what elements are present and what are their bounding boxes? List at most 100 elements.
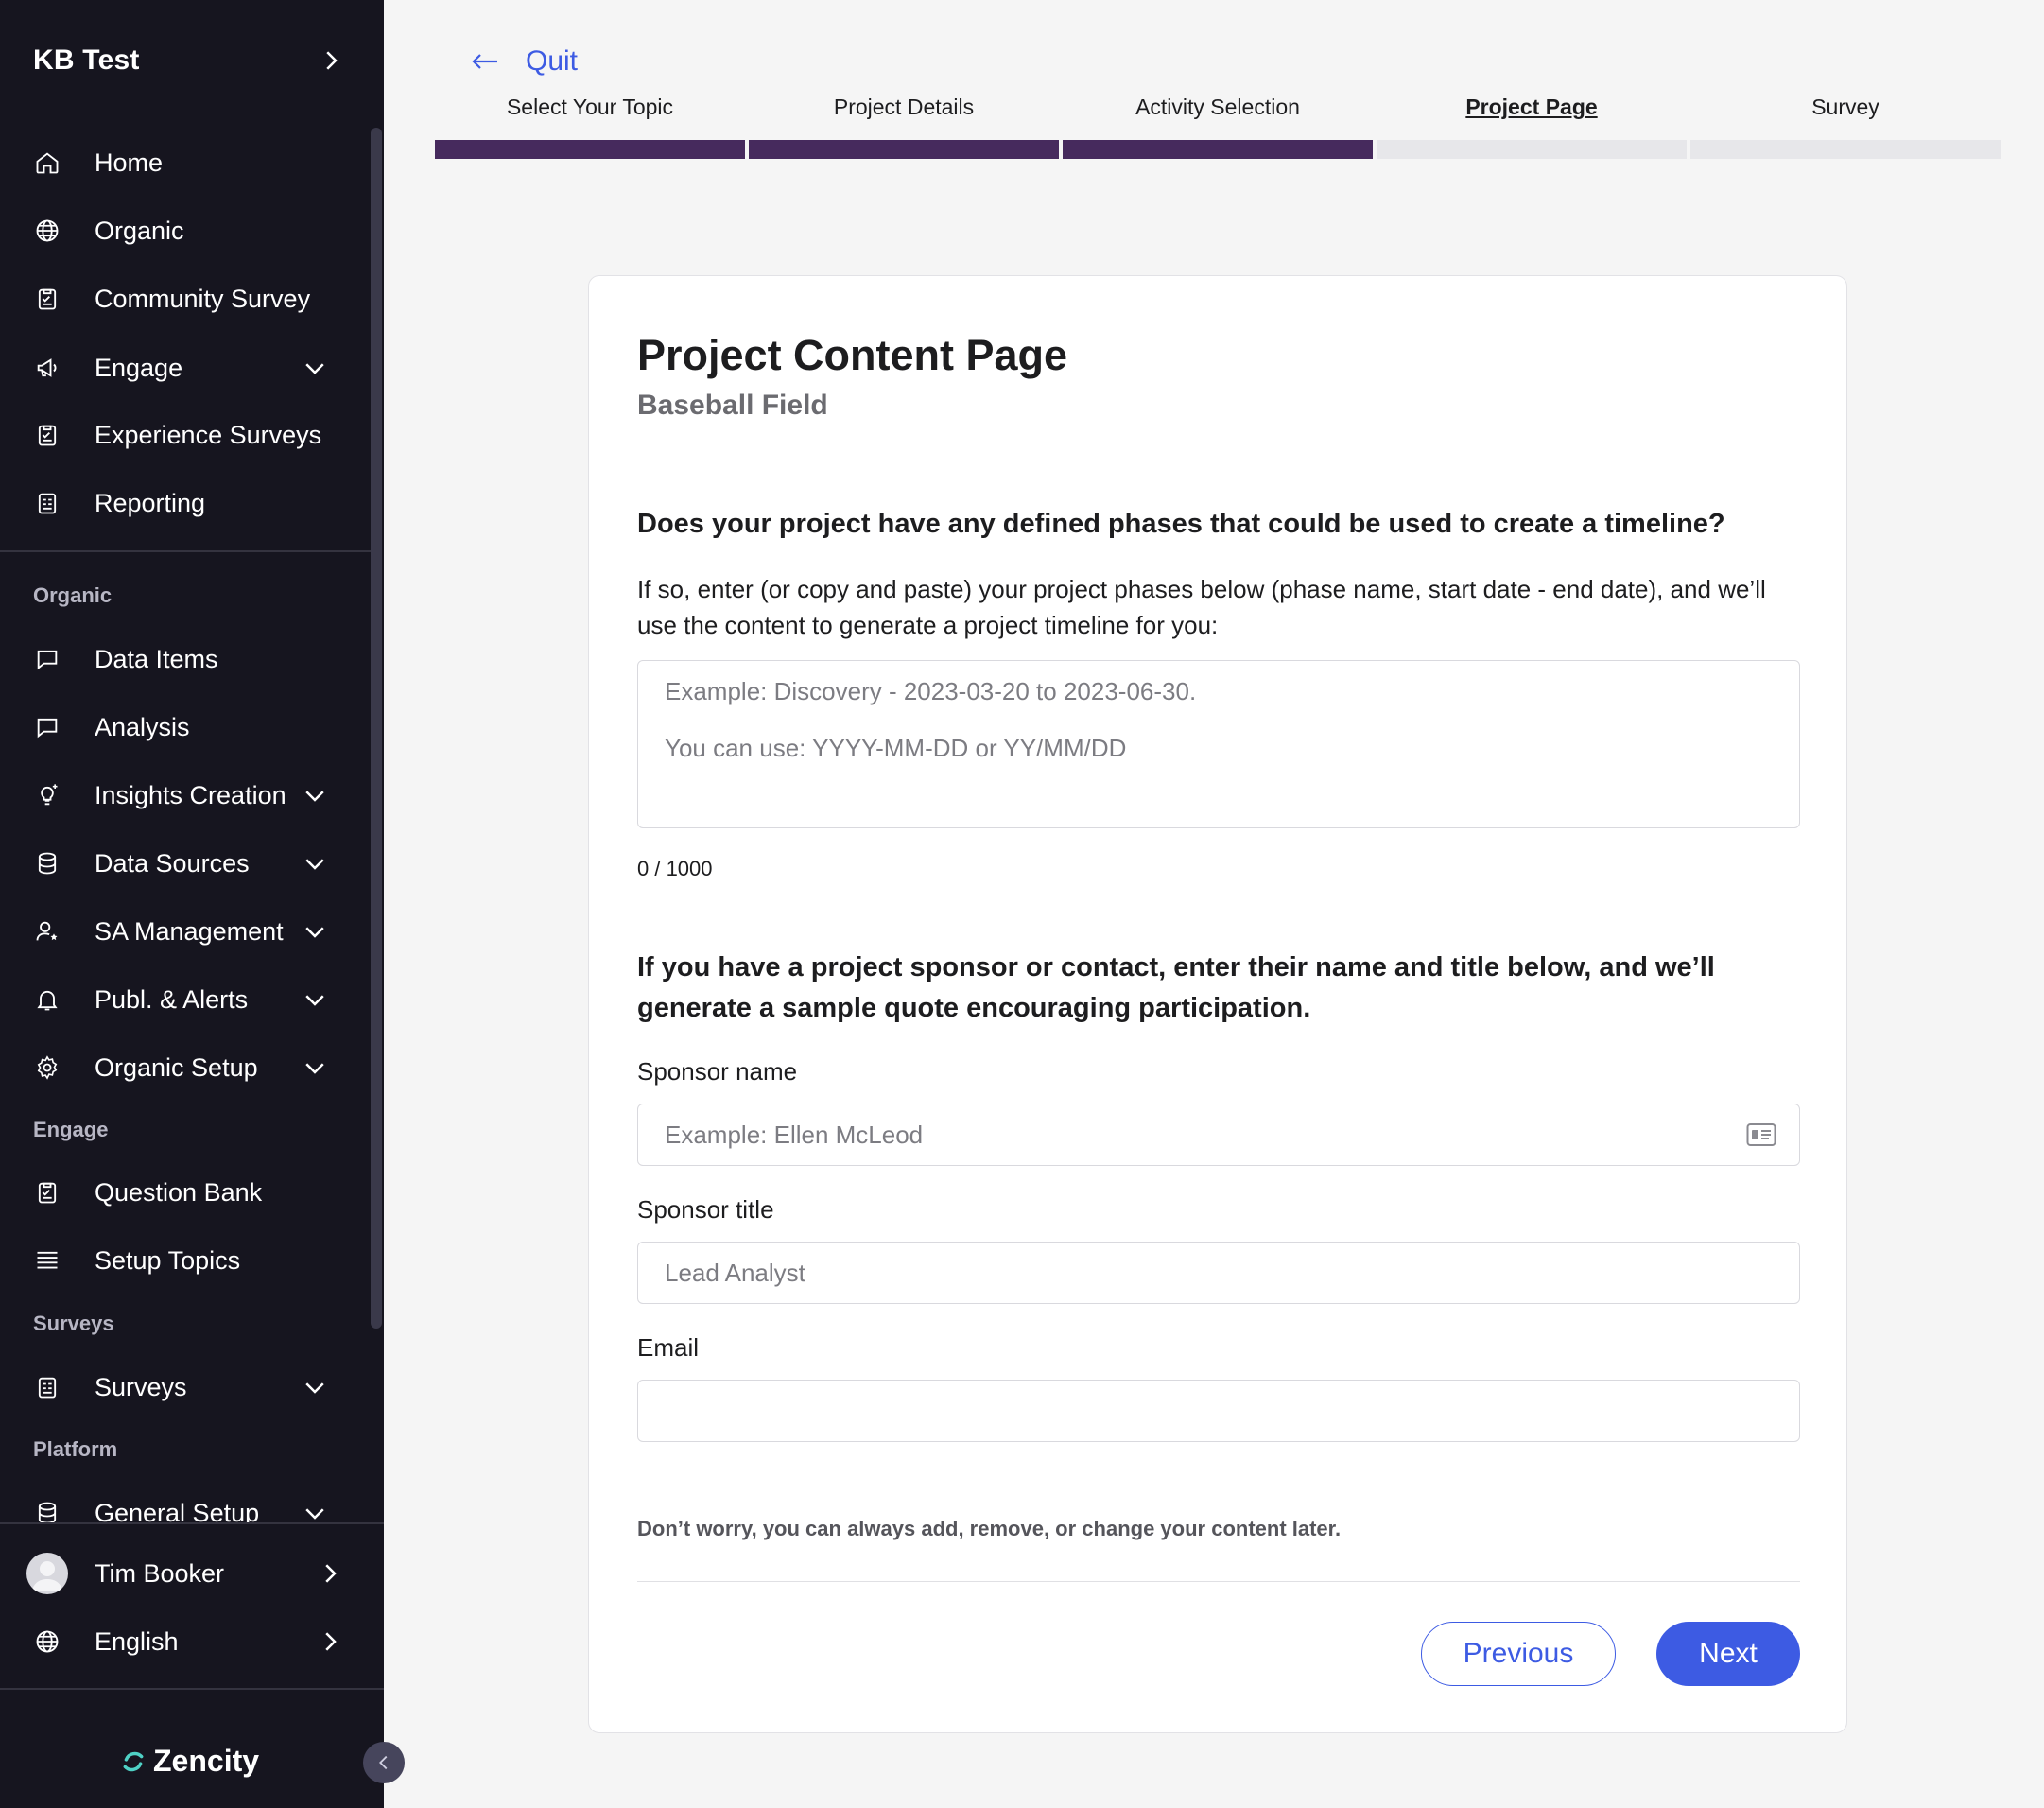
sidebar-item-setup-topics[interactable]: Setup Topics (0, 1232, 369, 1289)
database-icon (32, 1498, 62, 1522)
sidebar-item-engage[interactable]: Engage (0, 339, 369, 396)
next-button[interactable]: Next (1656, 1622, 1800, 1686)
sidebar-item-experience-surveys[interactable]: Experience Surveys (0, 407, 369, 463)
previous-button[interactable]: Previous (1421, 1622, 1616, 1686)
chevron-down-icon (305, 1508, 324, 1520)
report-icon (32, 488, 62, 518)
globe-icon (32, 216, 62, 246)
sidebar-scrollbar[interactable] (371, 128, 382, 1329)
step-bar-pending (1377, 140, 1687, 159)
megaphone-icon (32, 353, 62, 383)
sidebar-item-label: Home (95, 148, 164, 177)
step-bar-completed (1063, 140, 1373, 159)
zencity-logo-icon (123, 1751, 144, 1771)
timeline-question: Does your project have any defined phase… (637, 509, 1725, 539)
avatar (26, 1553, 68, 1594)
sidebar-item-label: Community Survey (95, 284, 311, 313)
org-switcher[interactable]: KB Test (33, 42, 345, 79)
sidebar-item-insights-creation[interactable]: Insights Creation (0, 767, 369, 824)
sidebar-item-analysis[interactable]: Analysis (0, 699, 369, 756)
sidebar-item-label: Data Items (95, 644, 218, 673)
sidebar-item-label: Analysis (95, 712, 190, 741)
sidebar-item-label: General Setup (95, 1498, 260, 1523)
sidebar-item-label: Reporting (95, 488, 206, 517)
chevron-down-icon (305, 927, 324, 938)
sidebar-item-organic[interactable]: Organic (0, 202, 369, 259)
sidebar-item-general-setup[interactable]: General Setup (0, 1485, 369, 1522)
chevron-down-icon (305, 1063, 324, 1074)
zencity-logo: Zencity (121, 1744, 259, 1779)
sidebar-item-data-sources[interactable]: Data Sources (0, 835, 369, 892)
user-star-icon (32, 916, 62, 947)
email-input[interactable] (637, 1380, 1800, 1442)
sidebar-item-label: Engage (95, 353, 183, 382)
quit-label: Quit (526, 45, 579, 77)
sidebar-divider (0, 550, 371, 552)
step-label-project-page: Project Page (1465, 95, 1598, 119)
input-placeholder: Lead Analyst (665, 1258, 805, 1287)
sidebar-item-label: Publ. & Alerts (95, 984, 249, 1014)
sidebar: KB Test Home Organic Community Survey En… (0, 0, 384, 1808)
contact-card-icon[interactable] (1746, 1121, 1776, 1148)
timeline-description: If so, enter (or copy and paste) your pr… (637, 575, 1766, 639)
org-name: KB Test (33, 44, 140, 76)
chevron-left-icon (379, 1755, 388, 1770)
sidebar-item-community-survey[interactable]: Community Survey (0, 270, 369, 327)
section-label-surveys: Surveys (33, 1312, 114, 1335)
input-placeholder: Example: Ellen McLeod (665, 1120, 924, 1149)
sidebar-item-reporting[interactable]: Reporting (0, 475, 369, 531)
sidebar-item-organic-setup[interactable]: Organic Setup (0, 1039, 369, 1096)
database-icon (32, 848, 62, 878)
sidebar-item-home[interactable]: Home (0, 134, 369, 191)
step-bar-pending (1690, 140, 2001, 159)
chevron-down-icon (305, 791, 324, 802)
section-label-engage: Engage (33, 1118, 109, 1141)
project-name: Baseball Field (637, 390, 828, 421)
sidebar-item-label: Question Bank (95, 1177, 263, 1207)
clipboard-icon (32, 420, 62, 450)
sponsor-title-input[interactable]: Lead Analyst (637, 1242, 1800, 1304)
sponsor-title-label: Sponsor title (637, 1195, 774, 1224)
sponsor-name-input[interactable]: Example: Ellen McLeod (637, 1104, 1800, 1166)
timeline-textarea[interactable]: Example: Discovery - 2023-03-20 to 2023-… (637, 660, 1800, 828)
quit-link[interactable]: Quit (471, 45, 578, 78)
language-selector[interactable]: English (0, 1613, 369, 1670)
sidebar-footer: Tim Booker English Zencity (0, 1522, 384, 1808)
sidebar-item-surveys[interactable]: Surveys (0, 1359, 369, 1416)
sidebar-item-data-items[interactable]: Data Items (0, 631, 369, 687)
step-label-select-your-topic: Select Your Topic (506, 95, 674, 119)
sidebar-nav: Home Organic Community Survey Engage Exp… (0, 128, 384, 1522)
sidebar-item-question-bank[interactable]: Question Bank (0, 1164, 369, 1221)
clipboard-icon (32, 1177, 62, 1208)
chat-icon (32, 644, 62, 674)
collapse-sidebar-button[interactable] (363, 1742, 405, 1783)
user-menu[interactable]: Tim Booker (0, 1545, 369, 1602)
report-icon (32, 1372, 62, 1402)
footer-divider (637, 1581, 1800, 1582)
step-label-survey: Survey (1811, 95, 1879, 119)
page-title: Project Content Page (637, 331, 1068, 379)
sidebar-item-label: Data Sources (95, 848, 250, 878)
user-name: Tim Booker (95, 1558, 225, 1588)
sidebar-item-sa-management[interactable]: SA Management (0, 903, 369, 960)
sidebar-item-publ-alerts[interactable]: Publ. & Alerts (0, 971, 369, 1028)
sponsor-name-label: Sponsor name (637, 1057, 798, 1086)
language-label: English (95, 1626, 179, 1656)
sidebar-item-label: SA Management (95, 916, 284, 946)
sidebar-item-label: Experience Surveys (95, 420, 322, 449)
character-counter: 0 / 1000 (637, 857, 713, 880)
chevron-right-icon (326, 51, 338, 70)
chevron-right-icon (325, 1564, 337, 1583)
helper-note: Don’t worry, you can always add, remove,… (637, 1517, 1342, 1540)
sidebar-item-label: Surveys (95, 1372, 187, 1401)
sidebar-divider (0, 1688, 384, 1690)
lightbulb-icon (32, 780, 62, 810)
chevron-down-icon (305, 1382, 324, 1394)
textarea-placeholder-line: You can use: YYYY-MM-DD or YY/MM/DD (665, 734, 1127, 762)
content-card: Project Content Page Baseball Field Does… (588, 275, 1847, 1733)
sidebar-item-label: Insights Creation (95, 780, 286, 809)
email-label: Email (637, 1333, 700, 1362)
sidebar-item-label: Organic (95, 216, 184, 245)
brand-name: Zencity (153, 1744, 260, 1778)
step-bar-completed (749, 140, 1059, 159)
